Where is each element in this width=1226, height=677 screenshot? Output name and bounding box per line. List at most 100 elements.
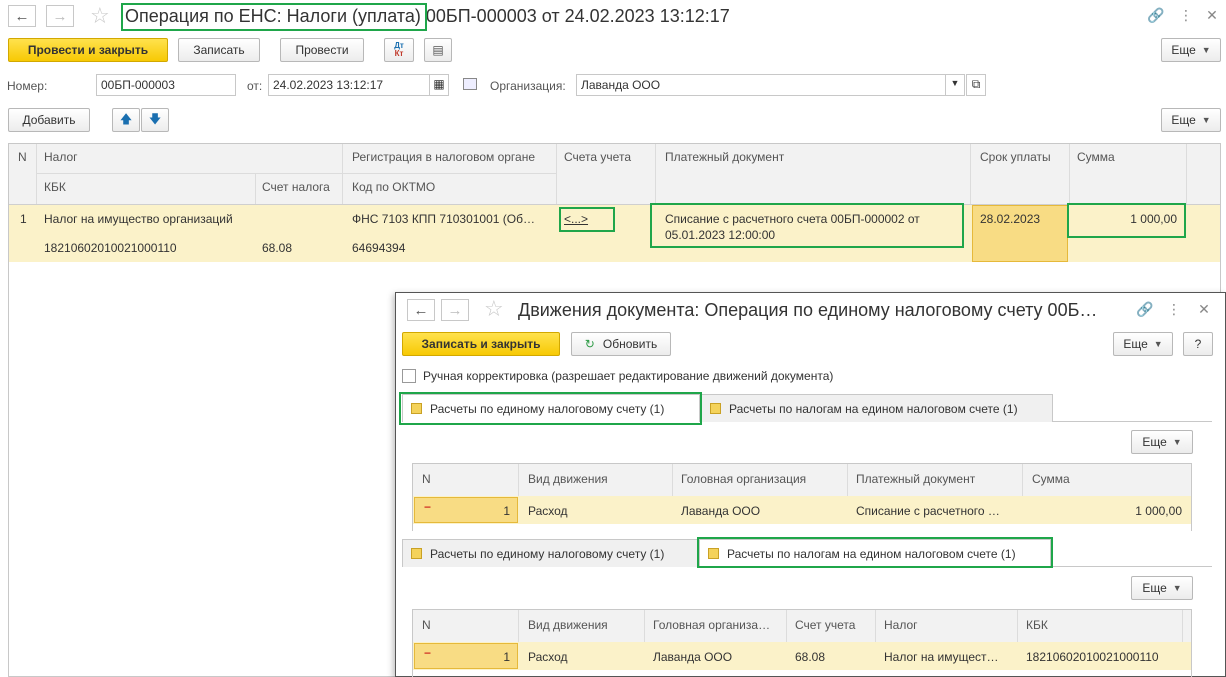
t1-row-doc[interactable]: Списание с расчетного …: [850, 498, 1022, 524]
arrow-left-icon: ←: [413, 301, 429, 319]
t2-row-org[interactable]: Лаванда ООО: [647, 644, 785, 670]
t1-col-kind[interactable]: Вид движения: [522, 466, 668, 492]
post-and-close-button[interactable]: Провести и закрыть: [8, 38, 168, 62]
dialog-favorite-star-icon[interactable]: ☆: [484, 296, 504, 322]
t2-row-kind[interactable]: Расход: [522, 644, 642, 670]
col-header-payment-doc[interactable]: Платежный документ: [659, 144, 959, 170]
back-button[interactable]: ←: [8, 5, 36, 27]
dialog-more-vertical-icon[interactable]: ⋮: [1164, 299, 1184, 319]
row-sum[interactable]: 1 000,00: [1071, 206, 1183, 232]
dialog-close-icon[interactable]: ✕: [1194, 299, 1214, 319]
organization-dropdown[interactable]: ▼: [945, 74, 965, 96]
t1-col-sum[interactable]: Сумма: [1026, 466, 1186, 492]
dialog-back-button[interactable]: ←: [407, 299, 435, 321]
row-kbk[interactable]: 18210602010021000110: [38, 235, 248, 261]
register-icon: [710, 403, 721, 414]
t2-expense-icon: −: [424, 646, 432, 660]
refresh-icon: ↻: [584, 337, 595, 351]
row-oktmo[interactable]: 64694394: [346, 235, 556, 261]
col-header-registration[interactable]: Регистрация в налоговом органе: [346, 144, 556, 170]
col-header-accounts[interactable]: Счета учета: [558, 144, 654, 170]
date-field[interactable]: 24.02.2023 13:12:17: [268, 74, 430, 96]
t2-col-account[interactable]: Счет учета: [789, 612, 873, 638]
save-button[interactable]: Записать: [178, 38, 260, 62]
col-header-kbk[interactable]: КБК: [38, 174, 248, 200]
tab-ens-settlements-2[interactable]: Расчеты по единому налоговому счету (1): [402, 539, 698, 567]
col-header-tax[interactable]: Налог: [38, 144, 338, 170]
tab-tax-settlements[interactable]: Расчеты по налогам на едином налоговом с…: [701, 394, 1053, 422]
row-due[interactable]: 28.02.2023: [974, 206, 1066, 232]
dialog-link-icon[interactable]: 🔗: [1135, 299, 1155, 319]
t2-col-n[interactable]: N: [416, 612, 516, 638]
tab-label: Расчеты по налогам на едином налоговом с…: [729, 401, 1018, 416]
col-header-due[interactable]: Срок уплаты: [974, 144, 1068, 170]
tab-label: Расчеты по единому налоговому счету (1): [430, 401, 665, 416]
dt-kt-button[interactable]: Дт Кт: [384, 38, 414, 62]
t2-row-kbk[interactable]: 18210602010021000110: [1020, 644, 1182, 670]
t1-expense-icon: −: [424, 500, 432, 514]
t1-col-n[interactable]: N: [416, 466, 516, 492]
col-header-account[interactable]: Счет налога: [256, 174, 342, 200]
chevron-down-icon: ▼: [1172, 583, 1182, 593]
t1-row-kind[interactable]: Расход: [522, 498, 670, 524]
kt-label: Кт: [394, 49, 404, 58]
t1-row-n: 1: [503, 504, 510, 518]
forward-button[interactable]: →: [46, 5, 74, 27]
row-tax[interactable]: Налог на имущество организаций: [38, 206, 338, 232]
dialog-more-button[interactable]: Еще ▼: [1113, 332, 1173, 356]
date-label: от:: [247, 79, 263, 93]
calendar-button[interactable]: ▦: [429, 74, 449, 96]
save-and-close-button[interactable]: Записать и закрыть: [402, 332, 560, 356]
row-registration[interactable]: ФНС 7103 КПП 710301001 (Об…: [346, 206, 556, 232]
t1-col-org[interactable]: Головная организация: [675, 466, 845, 492]
link-icon[interactable]: 🔗: [1146, 5, 1166, 25]
move-down-button[interactable]: 🡇: [141, 108, 169, 132]
t1-row-org[interactable]: Лаванда ООО: [675, 498, 845, 524]
favorite-star-icon[interactable]: ☆: [90, 3, 110, 29]
row-accounts-link[interactable]: <...>: [558, 206, 654, 232]
tab-tax-settlements-2[interactable]: Расчеты по налогам на едином налоговом с…: [699, 539, 1051, 567]
more-button[interactable]: Еще ▼: [1161, 38, 1221, 62]
col-header-oktmo[interactable]: Код по ОКТМО: [346, 174, 556, 200]
post-button[interactable]: Провести: [280, 38, 364, 62]
t2-col-tax[interactable]: Налог: [878, 612, 1016, 638]
t1-row-sum[interactable]: 1 000,00: [1026, 498, 1188, 524]
move-up-button[interactable]: 🡅: [112, 108, 140, 132]
organization-open-button[interactable]: ⧉: [966, 74, 986, 96]
col-header-sum[interactable]: Сумма: [1071, 144, 1181, 170]
manual-edit-checkbox[interactable]: [402, 369, 416, 383]
manual-edit-label: Ручная корректировка (разрешает редактир…: [423, 369, 834, 383]
number-field[interactable]: 00БП-000003: [96, 74, 236, 96]
open-icon: ⧉: [971, 77, 981, 91]
report-button[interactable]: ▤: [424, 38, 452, 62]
add-button[interactable]: Добавить: [8, 108, 90, 132]
help-button[interactable]: ?: [1183, 332, 1213, 356]
more-label: Еще: [1171, 113, 1196, 127]
row-payment-doc[interactable]: Списание с расчетного счета 00БП-000002 …: [659, 206, 964, 248]
register-icon: [708, 548, 719, 559]
table1-more-button[interactable]: Еще ▼: [1131, 430, 1193, 454]
refresh-button[interactable]: ↻ Обновить: [571, 332, 671, 356]
col-header-n[interactable]: N: [12, 144, 36, 170]
organization-label: Организация:: [490, 79, 566, 93]
post-status-icon: [463, 78, 477, 90]
more-vertical-icon[interactable]: ⋮: [1176, 5, 1196, 25]
t1-col-doc[interactable]: Платежный документ: [850, 466, 1020, 492]
page-title: Операция по ЕНС: Налоги (уплата) 00БП-00…: [125, 6, 730, 26]
t2-col-kbk[interactable]: КБК: [1020, 612, 1180, 638]
dt-kt-icon: Дт Кт: [394, 42, 404, 58]
tab-ens-settlements[interactable]: Расчеты по единому налоговому счету (1): [402, 394, 700, 422]
organization-field[interactable]: Лаванда ООО: [576, 74, 946, 96]
dialog-forward-button[interactable]: →: [441, 299, 469, 321]
table2-more-button[interactable]: Еще ▼: [1131, 576, 1193, 600]
t2-col-org[interactable]: Головная организа…: [647, 612, 785, 638]
t2-row-account[interactable]: 68.08: [789, 644, 875, 670]
close-icon[interactable]: ✕: [1202, 5, 1222, 25]
t2-col-kind[interactable]: Вид движения: [522, 612, 640, 638]
more-label: Еще: [1142, 435, 1167, 449]
t2-row-tax[interactable]: Налог на имущест…: [878, 644, 1016, 670]
arrow-right-icon: →: [52, 7, 68, 25]
table-more-button[interactable]: Еще ▼: [1161, 108, 1221, 132]
more-label: Еще: [1171, 43, 1196, 57]
row-account[interactable]: 68.08: [256, 235, 342, 261]
